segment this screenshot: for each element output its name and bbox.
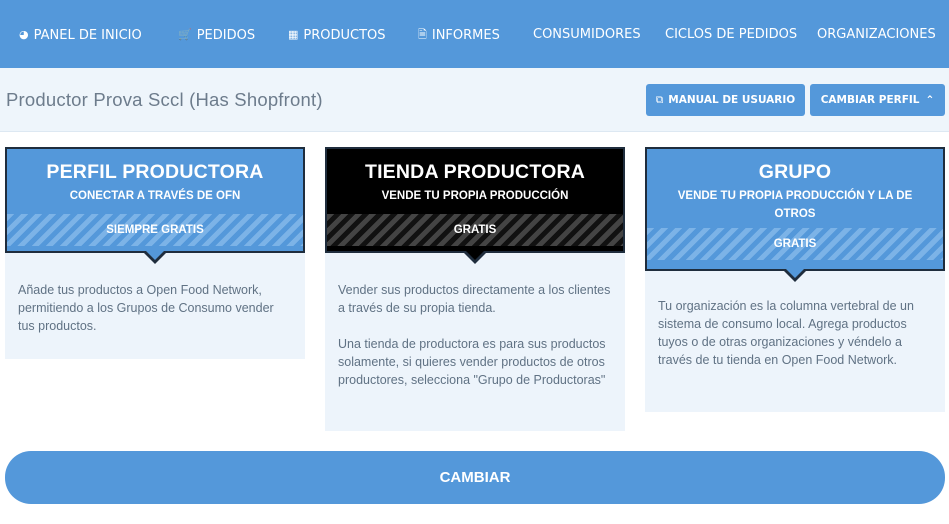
nav-item-label: CONSUMIDORES: [533, 27, 641, 42]
nav-item-dashboard[interactable]: ◕ PANEL DE INICIO: [19, 0, 142, 68]
pointer-arrow-fill: [145, 250, 165, 260]
cart-icon: 🛒: [178, 28, 192, 41]
nav-item-label: CICLOS DE PEDIDOS: [665, 27, 798, 42]
nav-item-label: INFORMES: [431, 28, 500, 43]
change-profile-button[interactable]: CAMBIAR PERFIL ⌃: [810, 84, 945, 116]
card-description: Tu organización es la columna vertebral …: [645, 271, 945, 412]
nav-item-label: PANEL DE INICIO: [33, 28, 142, 43]
profile-option-hub: GRUPO VENDE TU PROPIA PRODUCCIÓN Y LA DE…: [645, 147, 945, 412]
nav-item-products[interactable]: ▦ PRODUCTOS: [288, 0, 386, 68]
producer-shop-option-header[interactable]: TIENDA PRODUCTORA VENDE TU PROPIA PRODUC…: [325, 147, 625, 264]
card-price-band: SIEMPRE GRATIS: [7, 214, 303, 246]
card-title: TIENDA PRODUCTORA: [364, 161, 586, 183]
profile-option-producer-profile: PERFIL PRODUCTORA CONECTAR A TRAVÉS DE O…: [5, 147, 305, 359]
hub-option-header[interactable]: GRUPO VENDE TU PROPIA PRODUCCIÓN Y LA DE…: [645, 147, 945, 282]
card-title: PERFIL PRODUCTORA: [46, 161, 264, 183]
profile-option-producer-shop: TIENDA PRODUCTORA VENDE TU PROPIA PRODUC…: [325, 147, 625, 431]
card-description: Añade tus productos a Open Food Network,…: [5, 253, 305, 359]
pointer-arrow-fill: [465, 250, 485, 260]
page-title: Productor Prova Sccl (Has Shopfront): [6, 89, 323, 110]
card-price-band: GRATIS: [327, 214, 623, 246]
card-description-text: Tu organización es la columna vertebral …: [658, 299, 914, 367]
card-title: GRUPO: [758, 161, 832, 183]
card-subtitle: VENDE TU PROPIA PRODUCCIÓN Y LA DE OTROS: [677, 190, 913, 220]
top-navigation-bar: ◕ PANEL DE INICIO 🛒 PEDIDOS ▦ PRODUCTOS 🗎 IN…: [0, 0, 949, 68]
user-manual-label: MANUAL DE USUARIO: [668, 94, 796, 106]
pointer-arrow-fill: [785, 268, 805, 278]
chevron-up-icon: ⌃: [925, 94, 935, 106]
producer-profile-option-header[interactable]: PERFIL PRODUCTORA CONECTAR A TRAVÉS DE O…: [5, 147, 305, 264]
change-button[interactable]: CAMBIAR: [5, 451, 945, 504]
card-description-text: Una tienda de productora es para sus pro…: [338, 337, 606, 387]
grid-icon: ▦: [288, 28, 299, 41]
nav-item-reports[interactable]: 🗎 INFORMES: [418, 0, 500, 68]
nav-item-orders[interactable]: 🛒 PEDIDOS: [178, 0, 255, 68]
external-link-icon: ⧉: [655, 94, 664, 106]
card-description-text: Añade tus productos a Open Food Network,…: [18, 283, 274, 333]
card-description-text: Vender sus productos directamente a los …: [338, 283, 611, 315]
page-header: Productor Prova Sccl (Has Shopfront) ⧉ MA…: [0, 68, 949, 132]
user-manual-button[interactable]: ⧉ MANUAL DE USUARIO: [646, 84, 805, 116]
card-subtitle: CONECTAR A TRAVÉS DE OFN: [69, 190, 241, 202]
nav-item-label: ORGANIZACIONES: [817, 27, 936, 42]
card-description: Vender sus productos directamente a los …: [325, 253, 625, 431]
nav-item-organizations[interactable]: ORGANIZACIONES: [817, 0, 936, 68]
nav-item-order-cycles[interactable]: CICLOS DE PEDIDOS: [665, 0, 797, 68]
nav-item-label: PEDIDOS: [196, 28, 256, 43]
file-icon: 🗎: [418, 28, 427, 41]
nav-item-label: PRODUCTOS: [303, 28, 386, 43]
nav-item-consumers[interactable]: CONSUMIDORES: [533, 0, 641, 68]
card-subtitle: VENDE TU PROPIA PRODUCCIÓN: [381, 190, 569, 202]
card-price-band: GRATIS: [647, 228, 943, 260]
dashboard-icon: ◕: [19, 28, 29, 41]
change-profile-label: CAMBIAR PERFIL: [820, 94, 920, 106]
